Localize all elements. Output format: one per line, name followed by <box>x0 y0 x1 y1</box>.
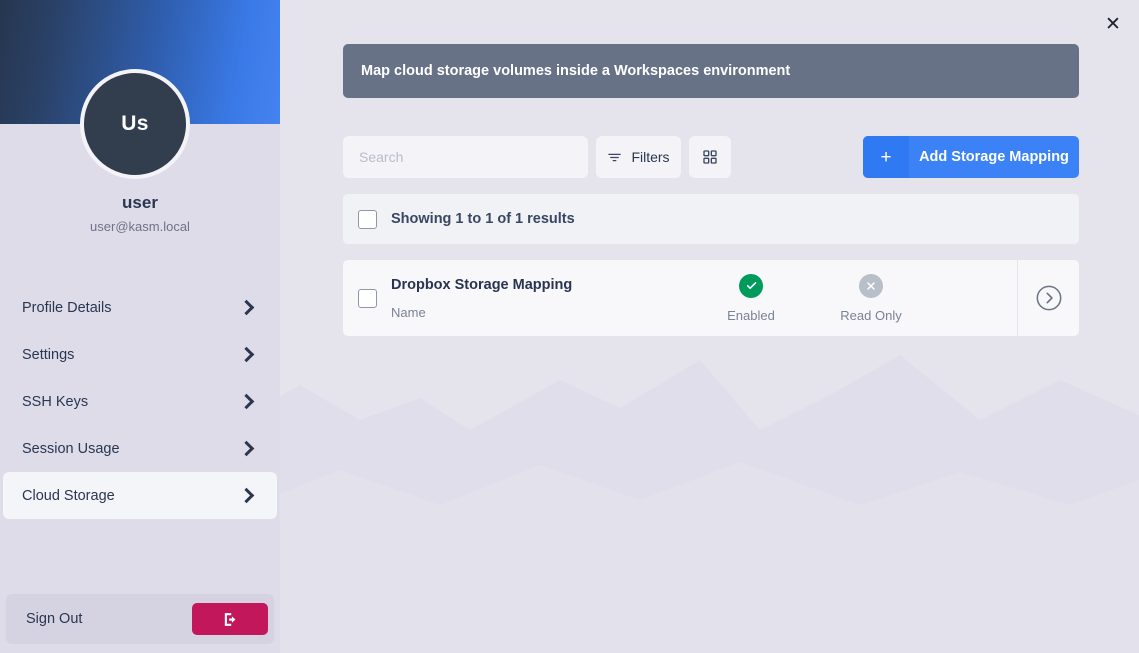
sidebar-item-cloud-storage[interactable]: Cloud Storage <box>3 472 277 519</box>
signout-label: Sign Out <box>26 611 82 627</box>
select-all-checkbox[interactable] <box>358 210 377 229</box>
chevron-right-icon <box>239 347 255 363</box>
filters-button[interactable]: Filters <box>596 136 681 178</box>
row-checkbox[interactable] <box>358 289 377 308</box>
sidebar-item-profile-details[interactable]: Profile Details <box>3 284 277 331</box>
row-subtitle: Name <box>391 304 691 321</box>
sidebar-item-label: Cloud Storage <box>22 488 115 504</box>
sidebar-identity: user user@kasm.local <box>0 192 280 236</box>
close-icon[interactable]: ✕ <box>1099 10 1127 38</box>
search-input[interactable] <box>343 136 588 178</box>
check-circle-icon <box>739 274 763 298</box>
chevron-right-circle-icon <box>1035 284 1063 312</box>
user-email: user@kasm.local <box>0 218 280 236</box>
sidebar-item-label: SSH Keys <box>22 394 88 410</box>
chevron-right-icon <box>239 300 255 316</box>
filters-label: Filters <box>631 149 669 165</box>
chevron-right-icon <box>239 394 255 410</box>
toolbar: Filters + Add Storage Mapping <box>343 136 1079 178</box>
row-name-cell: Dropbox Storage Mapping Name <box>391 275 691 321</box>
signout-button[interactable] <box>192 603 268 635</box>
main-content: ✕ Map cloud storage volumes inside a Wor… <box>280 0 1139 653</box>
grid-view-toggle[interactable] <box>689 136 731 178</box>
table-row[interactable]: Dropbox Storage Mapping Name Enabled <box>343 260 1079 336</box>
sidebar-item-session-usage[interactable]: Session Usage <box>3 425 277 472</box>
signout-bar: Sign Out <box>6 594 274 644</box>
page-banner: Map cloud storage volumes inside a Works… <box>343 44 1079 98</box>
chevron-right-icon <box>239 441 255 457</box>
status-cell-read-only: Read Only <box>811 274 931 323</box>
row-title: Dropbox Storage Mapping <box>391 275 691 295</box>
avatar-initials: Us <box>121 112 148 136</box>
page-title: Map cloud storage volumes inside a Works… <box>361 63 790 79</box>
avatar[interactable]: Us <box>80 69 190 179</box>
status-label-enabled: Enabled <box>691 308 811 323</box>
filter-icon <box>607 150 622 165</box>
results-summary: Showing 1 to 1 of 1 results <box>391 211 575 227</box>
sidebar-item-settings[interactable]: Settings <box>3 331 277 378</box>
add-storage-mapping-button[interactable]: + Add Storage Mapping <box>863 136 1079 178</box>
sidebar-nav: Profile Details Settings SSH Keys Sessio… <box>0 284 280 594</box>
grid-view-icon <box>702 149 718 165</box>
sidebar-item-label: Session Usage <box>22 441 120 457</box>
x-circle-icon <box>859 274 883 298</box>
user-name: user <box>0 192 280 214</box>
plus-icon: + <box>863 136 909 178</box>
row-expand-button[interactable] <box>1017 260 1079 336</box>
status-label-read-only: Read Only <box>811 308 931 323</box>
chevron-right-icon <box>239 488 255 504</box>
sidebar-item-ssh-keys[interactable]: SSH Keys <box>3 378 277 425</box>
add-storage-mapping-label: Add Storage Mapping <box>909 136 1079 178</box>
status-cell-enabled: Enabled <box>691 274 811 323</box>
sidebar-item-label: Settings <box>22 347 74 363</box>
sign-out-icon <box>222 611 239 628</box>
sidebar: Us user user@kasm.local Profile Details … <box>0 0 280 653</box>
results-header: Showing 1 to 1 of 1 results <box>343 194 1079 244</box>
sidebar-item-label: Profile Details <box>22 300 111 316</box>
